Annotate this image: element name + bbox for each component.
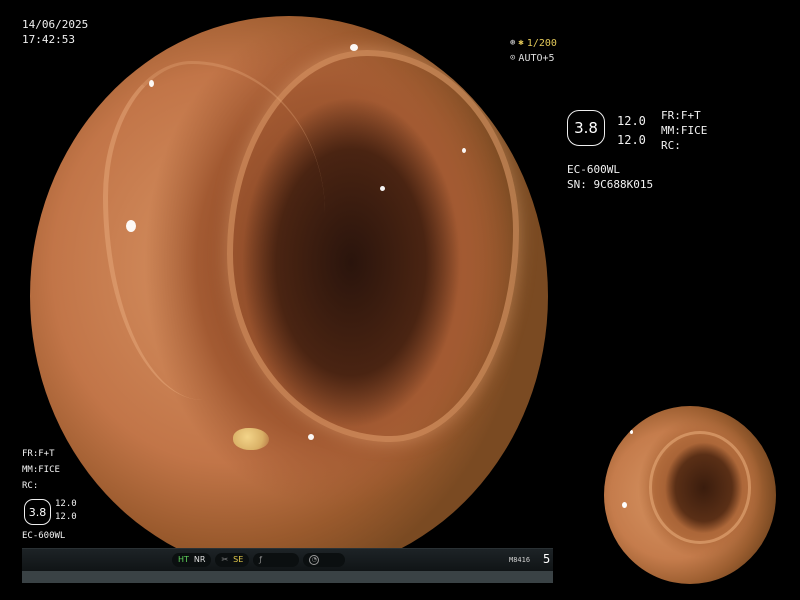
status-indicators: HT NR ✂ SE ƒ ◔ (172, 553, 346, 567)
lumen (226, 49, 519, 443)
light-reflection (380, 186, 385, 191)
mm-code: MM:FICE (22, 465, 60, 475)
rc-code: RC: (22, 481, 39, 491)
fr-code: FR:F+T (661, 109, 701, 122)
scope-info-panel-small: FR:F+T MM:FICE RC: 3.8 12.0 12.0 EC-600W… (22, 446, 142, 546)
scope-info-panel: 3.8 12.0 12.0 FR:F+T MM:FICE RC: EC-600W… (567, 108, 767, 208)
ht-label: HT (178, 555, 189, 564)
zoom-value-2: 12.0 (55, 512, 77, 522)
mm-code: MM:FICE (661, 124, 708, 137)
status-bar-bottom (22, 571, 553, 583)
mode-codes-small: FR:F+T MM:FICE RC: (22, 446, 60, 494)
slash-indicator: ƒ (253, 553, 300, 567)
mode-number: 5 (543, 552, 551, 566)
slash-icon: ƒ (259, 555, 263, 564)
model-name: EC-600WL (567, 163, 620, 176)
auto-label: AUTO+5 (518, 53, 555, 64)
time-text: 17:42:53 (22, 33, 75, 46)
light-reflection (308, 434, 314, 440)
rc-code: RC: (661, 139, 681, 152)
pip-lumen (648, 430, 752, 544)
circle-icon: ◔ (309, 555, 320, 565)
light-reflection (350, 44, 358, 51)
light-reflection (462, 148, 466, 153)
circle-indicator: ◔ (303, 553, 346, 567)
magnification-badge: 3.8 (24, 499, 51, 525)
mode-codes: FR:F+T MM:FICE RC: (661, 108, 707, 153)
zoom-values-small: 12.0 12.0 (55, 498, 77, 524)
shutter-value: 1/200 (526, 38, 557, 49)
datetime-readout: 14/06/2025 17:42:53 (22, 17, 88, 47)
date-text: 14/06/2025 (22, 18, 89, 31)
ht-nr-indicator: HT NR (172, 553, 212, 567)
fr-code: FR:F+T (22, 449, 55, 459)
light-reflection (149, 80, 154, 87)
debris-spot (233, 428, 269, 450)
zoom-values: 12.0 12.0 (617, 112, 646, 150)
zoom-value-1: 12.0 (55, 499, 77, 509)
mode-code: M8416 (509, 556, 531, 564)
light-reflection (367, 18, 376, 27)
nr-label: NR (193, 555, 206, 564)
se-indicator: ✂ SE (215, 553, 250, 567)
iris-icon: ⊙ (510, 53, 516, 63)
magnification-badge: 3.8 (567, 110, 605, 146)
scope-model-small: EC-600WL (22, 531, 66, 541)
light-reflection (622, 502, 627, 508)
shutter-readout: ⊛ ✱ 1/200 ⊙ AUTO+5 (510, 36, 557, 66)
light-reflection (630, 430, 633, 434)
status-bar: HT NR ✂ SE ƒ ◔ M8416 5 (22, 548, 553, 583)
zoom-value-1: 12.0 (617, 114, 646, 128)
scope-model: EC-600WL SN: 9C688K015 (567, 162, 653, 192)
scissors-icon: ✂ (221, 555, 229, 564)
light-reflection (126, 220, 136, 232)
shutter-icon: ⊛ (510, 38, 516, 48)
pip-endoscope-view (604, 406, 776, 584)
zoom-value-2: 12.0 (617, 133, 646, 147)
star-icon: ✱ (518, 38, 524, 48)
se-label: SE (233, 555, 244, 564)
serial-number: SN: 9C688K015 (567, 178, 654, 191)
